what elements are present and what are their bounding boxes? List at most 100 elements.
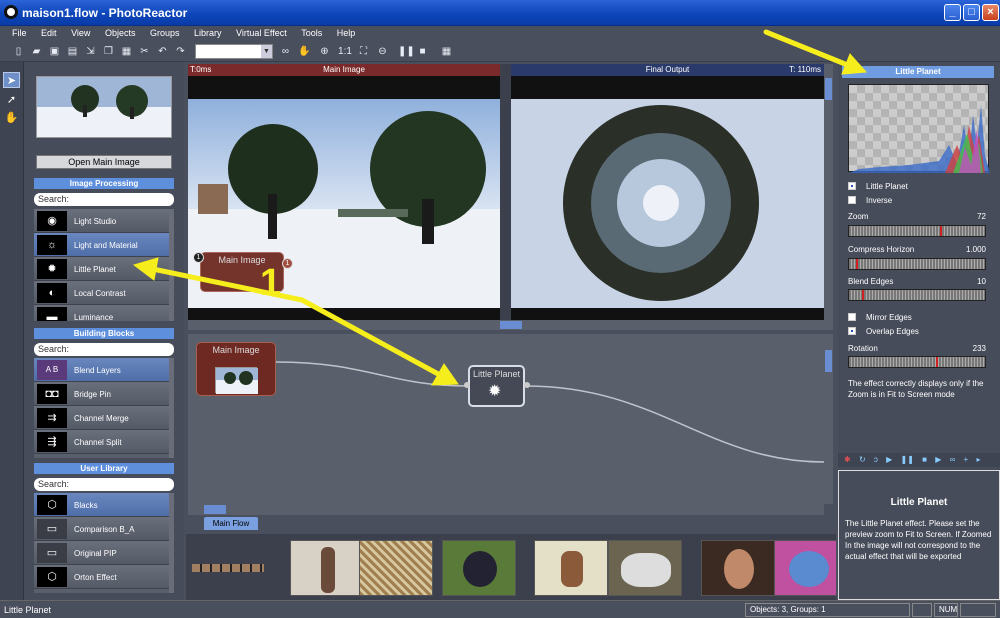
filmstrip-item[interactable] [534, 540, 608, 596]
stop-icon[interactable]: ■ [922, 453, 927, 467]
inverse-checkbox[interactable]: Inverse [848, 196, 892, 205]
list-item[interactable]: ✹ Little Planet [34, 257, 174, 281]
paste-icon[interactable]: ▦ [120, 45, 133, 58]
blend-edges-slider[interactable] [848, 289, 986, 301]
list-item[interactable]: ☼ Light and Material [34, 233, 174, 257]
pause-icon[interactable]: ❚❚ [398, 45, 415, 58]
scroll-thumb[interactable] [500, 321, 522, 329]
filmstrip-item[interactable] [442, 540, 516, 596]
export-icon[interactable]: ⇲ [84, 45, 97, 58]
record-icon[interactable]: ▶ [935, 453, 941, 467]
filmstrip-item[interactable] [190, 540, 264, 596]
list-item[interactable]: ⇉ Channel Merge [34, 406, 174, 430]
menu-virtual-effect[interactable]: Virtual Effect [236, 28, 287, 38]
filmstrip-item[interactable] [608, 540, 682, 596]
save-as-icon[interactable]: ▤ [66, 45, 79, 58]
tab-main-flow[interactable]: Main Flow [204, 517, 258, 530]
list-item[interactable]: ▬ Luminance [34, 305, 174, 321]
cut-icon[interactable]: ✂ [138, 45, 151, 58]
user-library-search[interactable]: Search: [34, 478, 174, 491]
play-icon[interactable]: ▶ [886, 453, 892, 467]
viewer-vertical-scrollbar[interactable] [824, 64, 833, 330]
slider-marker[interactable] [936, 357, 938, 367]
select-tool-icon[interactable]: ➤ [3, 72, 20, 88]
open-folder-icon[interactable]: ▰ [30, 45, 43, 58]
fit-screen-icon[interactable]: ⛶ [357, 45, 370, 58]
zoom-out-icon[interactable]: ⊖ [376, 45, 389, 58]
overlap-edges-checkbox[interactable]: Overlap Edges [848, 327, 919, 336]
slider-marker[interactable] [856, 259, 858, 269]
checkbox-box[interactable] [848, 182, 856, 190]
pan-tool-icon[interactable]: ✋ [3, 110, 20, 126]
list-item[interactable]: ⇶ Channel Split [34, 430, 174, 454]
save-icon[interactable]: ▣ [48, 45, 61, 58]
zoom-in-icon[interactable]: ⊕ [318, 45, 331, 58]
filmstrip-item[interactable] [359, 540, 433, 596]
checkbox-box[interactable] [848, 196, 856, 204]
filmstrip-item[interactable] [774, 540, 836, 596]
open-main-image-button[interactable]: Open Main Image [36, 155, 172, 169]
list-item[interactable]: ⬡ Blacks [34, 493, 174, 517]
new-file-icon[interactable]: ▯ [12, 45, 25, 58]
undo-icon[interactable]: ↶ [156, 45, 169, 58]
viewer-horizontal-scrollbar[interactable] [188, 320, 824, 330]
pause-icon[interactable]: ❚❚ [901, 453, 914, 467]
maximize-button[interactable]: □ [963, 4, 980, 21]
add-icon[interactable]: + [964, 453, 969, 467]
little-planet-node[interactable]: Little Planet ✹ [468, 365, 525, 407]
compress-horizon-slider[interactable] [848, 258, 986, 270]
zoom-slider[interactable] [848, 225, 986, 237]
scroll-thumb[interactable] [204, 505, 226, 514]
list-item[interactable]: ▭ Original PIP [34, 541, 174, 565]
image-processing-search[interactable]: Search: [34, 193, 174, 206]
stop-icon[interactable]: ■ [416, 45, 429, 58]
flow-editor-canvas[interactable]: Main Image Little Planet ✹ [188, 334, 824, 504]
slider-marker[interactable] [940, 226, 942, 236]
main-image-viewer[interactable]: T:0ms Main Image Main Image 1 1 [188, 64, 500, 320]
menu-help[interactable]: Help [337, 28, 356, 38]
menu-groups[interactable]: Groups [150, 28, 180, 38]
more-icon[interactable]: ▸ [976, 453, 980, 467]
main-image-node[interactable]: Main Image [196, 342, 276, 396]
flow-vertical-scrollbar[interactable] [824, 334, 833, 504]
list-item[interactable]: ◐ Local Contrast [34, 281, 174, 305]
layout-icon[interactable]: ▦ [440, 45, 453, 58]
slider-marker[interactable] [862, 290, 864, 300]
list-scrollbar[interactable] [169, 493, 174, 593]
hand-icon[interactable]: ✋ [298, 45, 311, 58]
menu-view[interactable]: View [71, 28, 90, 38]
zoom-combo[interactable]: ▼ [195, 44, 273, 59]
final-output-viewer[interactable]: Final Output T: 110ms [511, 64, 824, 320]
bug-icon[interactable]: ✱ [844, 453, 851, 467]
info-icon[interactable]: ↄ [874, 453, 878, 467]
zoom-actual-button[interactable]: 1:1 [337, 45, 353, 58]
chevron-down-icon[interactable]: ▼ [261, 45, 272, 58]
rotation-slider[interactable] [848, 356, 986, 368]
scroll-thumb[interactable] [825, 350, 832, 372]
close-button[interactable]: × [982, 4, 999, 21]
viewer-splitter[interactable] [500, 64, 511, 320]
list-item[interactable]: ▭ Comparison B_A [34, 517, 174, 541]
flow-horizontal-scrollbar[interactable] [188, 504, 824, 515]
filmstrip-item[interactable] [290, 540, 364, 596]
list-item[interactable]: ◘◘ Bridge Pin [34, 382, 174, 406]
refresh-icon[interactable]: ↻ [859, 453, 866, 467]
menu-objects[interactable]: Objects [105, 28, 136, 38]
mirror-edges-checkbox[interactable]: Mirror Edges [848, 313, 912, 322]
scroll-thumb[interactable] [825, 78, 832, 100]
binoculars-icon[interactable]: ∞ [950, 453, 956, 467]
list-scrollbar[interactable] [169, 209, 174, 321]
checkbox-box[interactable] [848, 327, 856, 335]
minimize-button[interactable]: _ [944, 4, 961, 21]
copy-icon[interactable]: ❐ [102, 45, 115, 58]
node-input-port[interactable] [464, 382, 470, 388]
little-planet-checkbox[interactable]: Little Planet [848, 182, 908, 191]
binoculars-icon[interactable]: ∞ [279, 45, 292, 58]
redo-icon[interactable]: ↷ [174, 45, 187, 58]
menu-edit[interactable]: Edit [41, 28, 57, 38]
menu-file[interactable]: File [12, 28, 27, 38]
menu-library[interactable]: Library [194, 28, 222, 38]
filmstrip-item[interactable] [701, 540, 775, 596]
pointer-tool-icon[interactable]: ➚ [3, 92, 20, 108]
building-blocks-search[interactable]: Search: [34, 343, 174, 356]
